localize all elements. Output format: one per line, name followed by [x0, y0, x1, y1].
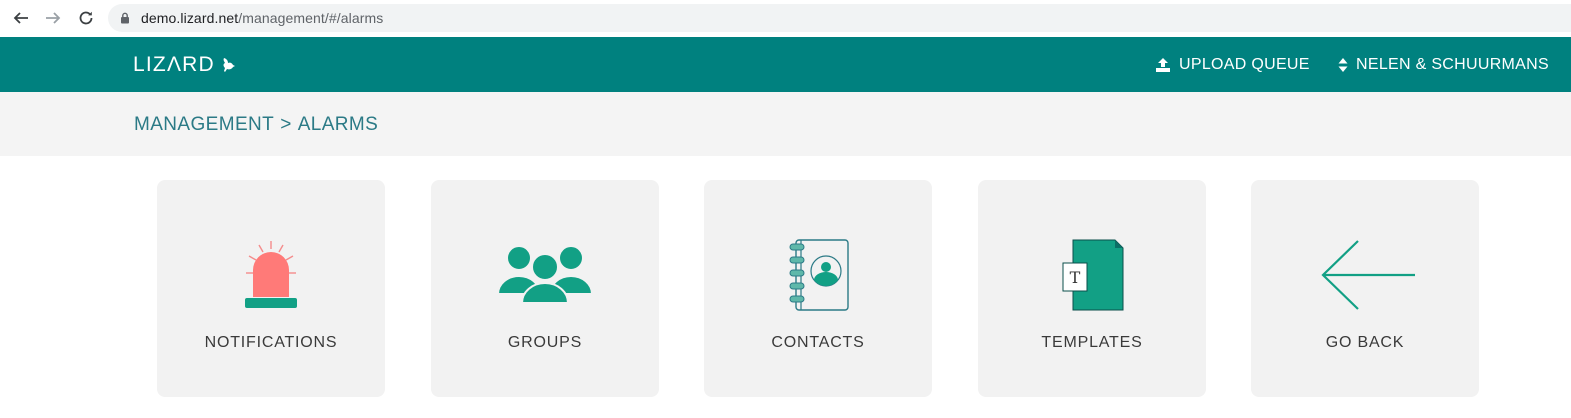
app-header: LIZΛRD UPLOAD QUEUE NELEN & SCHUURMANS — [0, 37, 1571, 92]
arrow-left-icon — [1321, 240, 1415, 310]
tile-templates[interactable]: T TEMPLATES — [978, 180, 1206, 397]
tile-go-back[interactable]: GO BACK — [1251, 180, 1479, 397]
template-document-icon: T — [1062, 239, 1124, 311]
tile-contacts-label: CONTACTS — [771, 334, 865, 351]
breadcrumb-management[interactable]: MANAGEMENT — [134, 114, 274, 136]
people-group-icon — [497, 245, 593, 304]
forward-button[interactable] — [43, 8, 63, 28]
tile-groups-label: GROUPS — [507, 334, 583, 351]
lock-icon — [121, 12, 129, 24]
breadcrumb-alarms[interactable]: ALARMS — [298, 114, 379, 136]
lizard-icon — [223, 58, 235, 72]
address-bar[interactable]: demo.lizard.net/management/#/alarms — [108, 4, 1571, 32]
url-path: /management/#/alarms — [238, 10, 384, 26]
organisation-selector[interactable]: NELEN & SCHUURMANS — [1338, 37, 1549, 92]
tile-groups[interactable]: GROUPS — [431, 180, 659, 397]
lizard-logo[interactable]: LIZΛRD — [133, 52, 237, 78]
browser-toolbar: demo.lizard.net/management/#/alarms — [0, 0, 1571, 37]
breadcrumb-separator: > — [280, 114, 292, 135]
upload-queue-label: UPLOAD QUEUE — [1179, 55, 1310, 73]
siren-icon — [245, 241, 297, 308]
url-host: demo.lizard.net — [141, 10, 239, 26]
arrow-forward-icon — [46, 12, 61, 24]
breadcrumb: MANAGEMENT > ALARMS — [134, 114, 378, 136]
tile-notifications[interactable]: NOTIFICATIONS — [157, 180, 385, 397]
reload-button[interactable] — [76, 8, 96, 28]
organisation-label: NELEN & SCHUURMANS — [1356, 55, 1549, 73]
tile-contacts[interactable]: CONTACTS — [704, 180, 932, 397]
url-text: demo.lizard.net/management/#/alarms — [141, 10, 383, 26]
reload-icon — [79, 11, 93, 25]
back-button[interactable] — [11, 8, 31, 28]
svg-text:T: T — [1070, 268, 1081, 287]
logo-text: LIZΛRD — [133, 53, 215, 76]
tile-templates-label: TEMPLATES — [1041, 334, 1143, 351]
arrow-back-icon — [13, 12, 28, 24]
tile-go-back-label: GO BACK — [1325, 334, 1405, 351]
address-book-icon — [789, 239, 849, 311]
upload-queue-button[interactable]: UPLOAD QUEUE — [1155, 37, 1310, 92]
upload-icon — [1156, 57, 1170, 72]
tile-notifications-label: NOTIFICATIONS — [204, 334, 338, 351]
breadcrumb-band: MANAGEMENT > ALARMS — [0, 92, 1571, 156]
sort-caret-icon — [1338, 57, 1348, 72]
